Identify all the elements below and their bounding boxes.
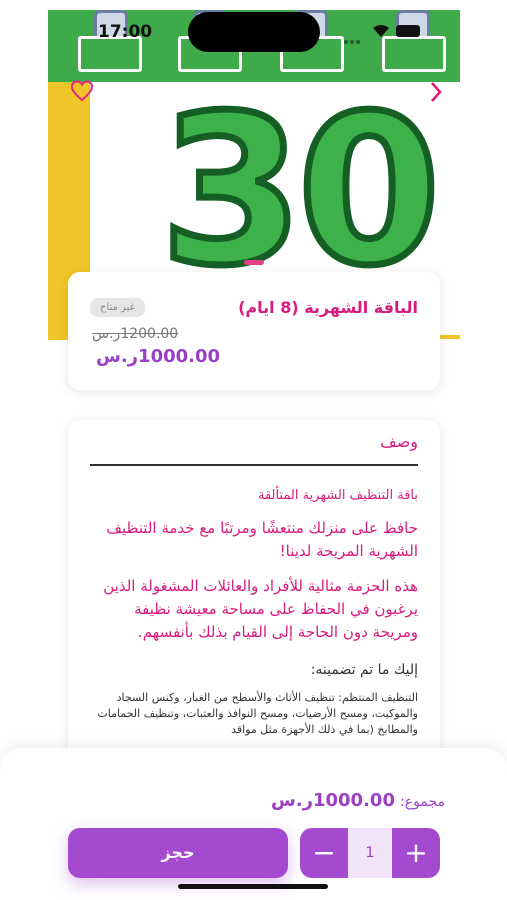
battery-icon <box>396 25 420 37</box>
status-time: 17:00 <box>98 22 153 42</box>
description-intro: باقة التنظيف الشهرية المتألقة <box>257 488 418 503</box>
heart-icon[interactable] <box>70 80 94 108</box>
wifi-icon <box>372 24 390 42</box>
description-card[interactable]: وصف باقة التنظيف الشهرية المتألقة حافظ ع… <box>68 420 440 780</box>
old-price: 1200.00ر.س <box>92 326 179 342</box>
checkout-bar: مجموع: 1000.00ر.س حجز − 1 + <box>0 748 507 900</box>
availability-badge: غير متاح <box>90 298 145 317</box>
total-summary: مجموع: 1000.00ر.س <box>271 790 445 811</box>
description-paragraph: حافظ على منزلك منتعشًا ومرتبًا مع خدمة ا… <box>106 519 418 560</box>
calendar-number: 30 <box>157 71 445 311</box>
chevron-right-icon[interactable] <box>428 80 444 111</box>
quantity-value: 1 <box>365 845 375 861</box>
status-bar: 17:00 <box>0 0 507 60</box>
decrease-quantity-button[interactable]: − <box>300 828 348 878</box>
home-indicator[interactable] <box>178 884 328 889</box>
package-card: الباقة الشهرية (8 ايام) غير متاح 1200.00… <box>68 272 440 390</box>
carousel-indicator[interactable] <box>244 260 264 265</box>
description-body: باقة التنظيف الشهرية المتألقة حافظ على م… <box>84 488 418 738</box>
quantity-stepper: − 1 + <box>300 828 440 878</box>
dynamic-island <box>188 12 320 52</box>
description-heading: وصف <box>380 432 418 451</box>
description-paragraph: هذه الحزمة مثالية للأفراد والعائلات المش… <box>103 577 418 641</box>
book-button[interactable]: حجز <box>68 828 288 878</box>
total-value: 1000.00ر.س <box>270 790 395 811</box>
cellular-signal-icon <box>344 29 370 44</box>
calendar-yellow-edge-right <box>440 335 460 339</box>
total-label: مجموع: <box>400 794 445 810</box>
description-divider <box>90 464 418 466</box>
includes-text: التنظيف المنتظم: تنظيف الأثاث والأسطح من… <box>97 691 418 736</box>
current-price: 1000.00ر.س <box>96 346 221 367</box>
increase-quantity-button[interactable]: + <box>392 828 440 878</box>
includes-heading: إليك ما تم تضمينه: <box>310 662 418 678</box>
package-title: الباقة الشهرية (8 ايام) <box>238 298 418 317</box>
